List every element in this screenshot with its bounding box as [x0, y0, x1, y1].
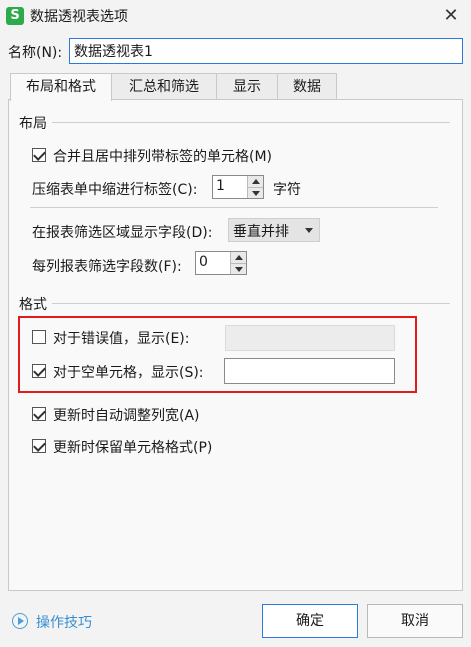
error-values-label: 对于错误值，显示(E):	[53, 331, 190, 347]
chevron-down-icon	[305, 228, 313, 233]
empty-cells-input[interactable]	[224, 358, 395, 384]
title-bar: S 数据透视表选项 ✕	[0, 0, 471, 32]
fields-decrement-button[interactable]	[230, 263, 246, 274]
layout-inner-divider	[30, 207, 438, 208]
filter-order-value: 垂直并排	[233, 224, 289, 240]
tab-totals-filters[interactable]: 汇总和筛选	[111, 73, 217, 100]
preserve-format-label: 更新时保留单元格格式(P)	[53, 440, 213, 456]
tab-data[interactable]: 数据	[277, 73, 337, 100]
play-circle-icon[interactable]	[12, 613, 28, 629]
arrow-down-icon	[252, 191, 260, 196]
ok-button[interactable]: 确定	[262, 604, 358, 638]
arrow-down-icon	[235, 267, 243, 272]
layout-section-title: 布局	[19, 116, 47, 132]
dialog-title: 数据透视表选项	[30, 9, 128, 25]
arrow-up-icon	[235, 255, 243, 260]
autofit-checkbox[interactable]	[32, 407, 46, 421]
tab-display[interactable]: 显示	[216, 73, 278, 100]
format-divider	[52, 303, 450, 304]
filter-order-label: 在报表筛选区域显示字段(D):	[32, 225, 213, 241]
tab-layout-format[interactable]: 布局和格式	[10, 73, 112, 101]
layout-divider	[52, 122, 450, 123]
merge-center-checkbox[interactable]	[32, 148, 46, 162]
cancel-button[interactable]: 取消	[367, 604, 463, 638]
empty-cells-checkbox[interactable]	[32, 364, 46, 378]
play-triangle	[18, 617, 24, 625]
indent-unit: 字符	[273, 182, 301, 198]
fields-per-column-spinner[interactable]: 0	[195, 251, 247, 275]
format-section-title: 格式	[19, 297, 47, 313]
indent-label: 压缩表单中缩进行标签(C):	[32, 182, 198, 198]
indent-increment-button[interactable]	[247, 176, 263, 187]
empty-cells-label: 对于空单元格，显示(S):	[53, 365, 204, 381]
filter-order-select[interactable]: 垂直并排	[228, 218, 320, 242]
indent-value: 1	[216, 178, 225, 194]
indent-decrement-button[interactable]	[247, 187, 263, 198]
name-label: 名称(N):	[8, 45, 63, 61]
merge-center-label: 合并且居中排列带标签的单元格(M)	[53, 149, 273, 165]
arrow-up-icon	[252, 179, 260, 184]
fields-increment-button[interactable]	[230, 252, 246, 263]
error-values-input[interactable]	[225, 325, 395, 351]
autofit-label: 更新时自动调整列宽(A)	[53, 408, 200, 424]
name-input[interactable]	[69, 38, 463, 64]
fields-per-column-value: 0	[199, 254, 208, 270]
fields-per-column-label: 每列报表筛选字段数(F):	[32, 259, 182, 275]
help-link[interactable]: 操作技巧	[36, 612, 92, 632]
indent-spinner[interactable]: 1	[212, 175, 264, 199]
wps-spreadsheet-icon: S	[6, 7, 24, 25]
error-values-checkbox[interactable]	[32, 330, 46, 344]
close-button[interactable]: ✕	[438, 4, 464, 28]
preserve-format-checkbox[interactable]	[32, 439, 46, 453]
